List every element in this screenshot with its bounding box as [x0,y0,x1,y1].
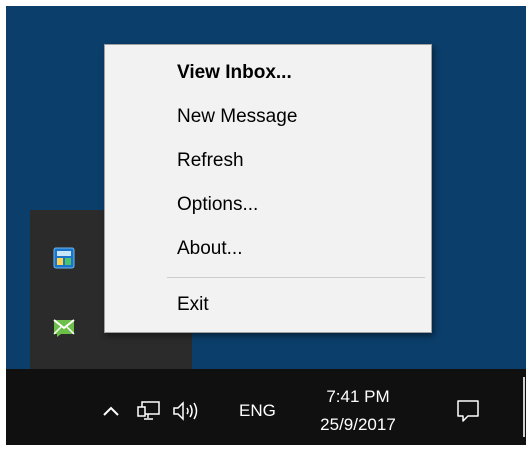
menu-item-about[interactable]: About... [105,229,431,269]
clock-date: 25/9/2017 [320,415,396,434]
menu-item-options[interactable]: Options... [105,185,431,225]
clock[interactable]: 7:41 PM 25/9/2017 [308,383,408,439]
clock-time: 7:41 PM [326,387,390,406]
volume-icon[interactable] [172,401,202,421]
taskbar: ENG 7:41 PM 25/9/2017 [6,369,526,445]
menu-item-refresh[interactable]: Refresh [105,141,431,181]
menu-separator [167,277,425,278]
mail-envelope-icon[interactable] [52,316,76,340]
network-icon[interactable] [137,401,161,421]
desktop: ENG 7:41 PM 25/9/2017 View Inbox... New … [6,6,526,445]
show-desktop-edge[interactable] [523,377,525,437]
menu-item-view-inbox[interactable]: View Inbox... [105,53,431,93]
action-center-icon[interactable] [454,397,482,425]
language-indicator[interactable]: ENG [239,401,276,421]
menu-item-exit[interactable]: Exit [105,285,431,325]
menu-item-new-message[interactable]: New Message [105,97,431,137]
tray-context-menu: View Inbox... New Message Refresh Option… [104,44,432,333]
chevron-up-icon[interactable] [102,403,120,419]
app-window-icon[interactable] [52,246,76,270]
